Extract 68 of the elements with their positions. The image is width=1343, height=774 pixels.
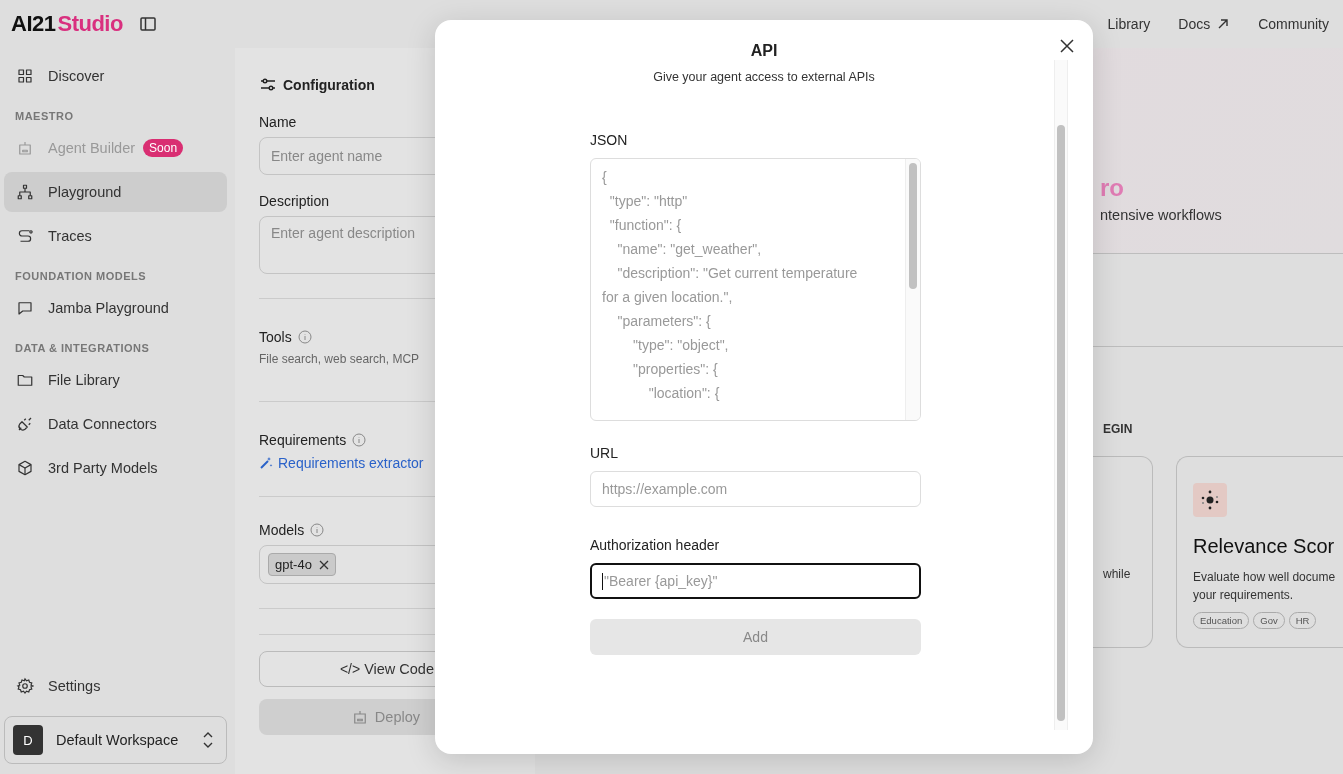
settings-icon <box>16 677 34 695</box>
remove-icon[interactable] <box>318 559 329 570</box>
field-label: Models <box>259 522 305 538</box>
section-heading: DATA & INTEGRATIONS <box>14 341 151 356</box>
sidebar-toggle-icon[interactable] <box>138 15 157 33</box>
sidebar-item[interactable]: Discover <box>4 56 227 96</box>
dialog-subtitle: Give your agent access to external APIs <box>652 70 876 84</box>
network-icon <box>16 183 34 201</box>
card-description: Evaluate how well docume <box>1193 569 1337 586</box>
chat-icon <box>16 299 34 317</box>
nav-link[interactable]: Community <box>1258 16 1329 32</box>
field-label: Tools <box>259 329 292 345</box>
route-icon <box>16 227 34 245</box>
sidebar-item[interactable]: Traces <box>4 216 227 256</box>
nav-link[interactable]: Library <box>1107 16 1151 32</box>
sidebar-item-label: File Library <box>48 372 120 388</box>
nav-link[interactable]: Docs <box>1178 16 1231 32</box>
settings-item[interactable]: Settings <box>4 666 227 706</box>
robot-icon <box>16 139 34 157</box>
dialog-title: API <box>749 42 779 60</box>
workspace-name: Default Workspace <box>56 732 180 748</box>
card-title: Relevance Scor <box>1193 535 1336 558</box>
sidebar-item[interactable]: File Library <box>4 360 227 400</box>
panel-title: Configuration <box>283 77 375 93</box>
external-link-icon <box>1216 17 1231 31</box>
field-label: Requirements <box>259 432 347 448</box>
sidebar-item-label: Playground <box>48 184 122 200</box>
soon-badge: Soon <box>143 139 184 157</box>
field-label: URL <box>590 445 619 461</box>
field-label: JSON <box>590 132 629 148</box>
card-description: your requirements. <box>1193 587 1295 604</box>
grid-icon <box>16 67 34 85</box>
hero-subtitle: ntensive workflows <box>1100 207 1223 223</box>
sidebar-item-label: Settings <box>48 678 101 694</box>
card-description: while <box>1103 566 1132 583</box>
cube-icon <box>16 459 34 477</box>
sparkle-dots-icon <box>1193 483 1227 517</box>
field-label: Name <box>259 114 298 130</box>
sidebar-item-label: Agent Builder <box>48 140 136 156</box>
template-card[interactable]: Relevance Scor Evaluate how well docume your requirements. Education Gov HR <box>1176 456 1343 648</box>
field-label: Description <box>259 193 331 209</box>
sidebar-item[interactable]: Playground <box>4 172 227 212</box>
hero-title: ro <box>1100 173 1125 203</box>
workspace-avatar: D <box>13 725 43 755</box>
workspace-switcher[interactable]: D Default Workspace <box>4 716 227 764</box>
sidebar-item-label: Traces <box>48 228 92 244</box>
model-chip[interactable]: gpt-4o <box>268 553 336 576</box>
sidebar-item-label: Discover <box>48 68 105 84</box>
chevron-updown-icon <box>202 730 214 750</box>
section-heading: MAESTRO <box>14 109 75 124</box>
sidebar-item-label: 3rd Party Models <box>48 460 158 476</box>
requirements-extractor-link[interactable]: Requirements extractor <box>259 455 535 471</box>
logo[interactable]: AI21Studio <box>11 11 123 37</box>
section-heading: FOUNDATION MODELS <box>14 269 148 284</box>
sidebar-item[interactable]: Data Connectors <box>4 404 227 444</box>
sidebar-item[interactable]: 3rd Party Models <box>4 448 227 488</box>
tools-hint: File search, web search, MCP <box>259 352 421 366</box>
info-icon[interactable] <box>297 330 312 344</box>
sidebar-item[interactable]: Jamba Playground <box>4 288 227 328</box>
info-icon[interactable] <box>352 433 367 447</box>
sidebar-item-label: Jamba Playground <box>48 300 169 316</box>
field-label: Authorization header <box>590 537 721 553</box>
magic-wand-icon <box>259 456 273 470</box>
sidebar-item-label: Data Connectors <box>48 416 157 432</box>
scrollbar[interactable] <box>1054 60 1068 730</box>
section-heading: EGIN <box>1103 422 1133 436</box>
close-icon[interactable] <box>1060 39 1074 53</box>
info-icon[interactable] <box>310 523 325 537</box>
